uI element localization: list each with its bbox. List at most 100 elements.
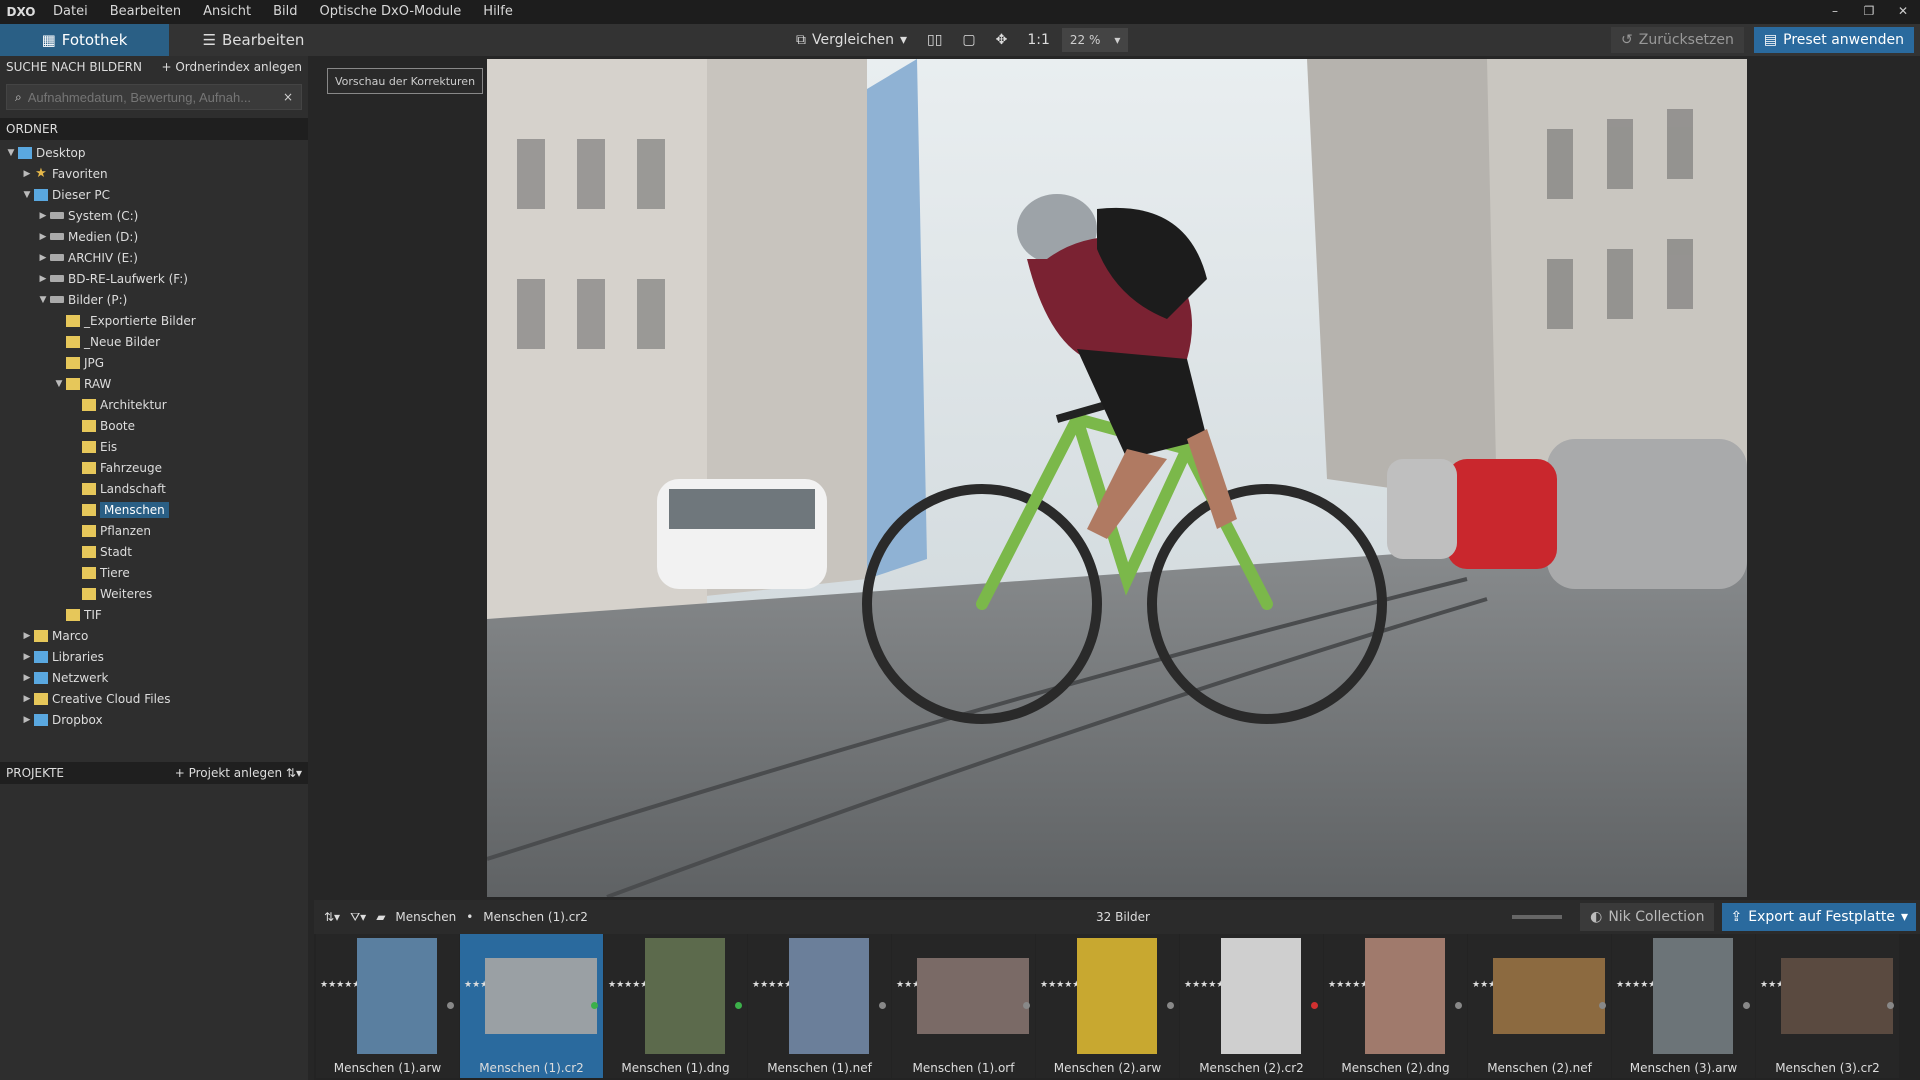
rating-stars-icon[interactable]: ★★★★★ <box>896 980 936 990</box>
rating-stars-icon[interactable]: ★★★★★ <box>1040 980 1080 990</box>
thumbnail[interactable]: ★★★★★ Menschen (1).dng <box>604 934 747 1078</box>
crop-button[interactable]: ▢ <box>954 27 983 53</box>
restore-button[interactable]: ❐ <box>1852 0 1886 24</box>
folder-item[interactable]: Eis <box>0 436 308 457</box>
folder-item[interactable]: Boote <box>0 415 308 436</box>
color-label-dot[interactable] <box>1311 1002 1318 1009</box>
rating-stars-icon[interactable]: ★★★★★ <box>752 980 792 990</box>
expand-right-icon[interactable]: ▶ <box>36 232 50 242</box>
expand-down-icon[interactable]: ▼ <box>4 148 18 158</box>
expand-right-icon[interactable]: ▶ <box>36 211 50 221</box>
expand-right-icon[interactable]: ▶ <box>20 652 34 662</box>
color-label-dot[interactable] <box>879 1002 886 1009</box>
reset-button[interactable]: ↺ Zurücksetzen <box>1611 27 1744 53</box>
preview-corrections-button[interactable]: Vorschau der Korrekturen <box>327 68 483 94</box>
folder-item[interactable]: ▶ BD-RE-Laufwerk (F:) <box>0 268 308 289</box>
folder-item[interactable]: Architektur <box>0 394 308 415</box>
expand-right-icon[interactable]: ▶ <box>36 274 50 284</box>
rating-stars-icon[interactable]: ★★★★★ <box>1184 980 1224 990</box>
export-button[interactable]: ⇪ Export auf Festplatte ▾ <box>1722 903 1916 931</box>
rating-stars-icon[interactable]: ★★★★★ <box>1472 980 1512 990</box>
folder-item[interactable]: Fahrzeuge <box>0 457 308 478</box>
expand-down-icon[interactable]: ▼ <box>52 379 66 389</box>
thumbnail[interactable]: ★★★★★ Menschen (1).cr2 <box>460 934 603 1078</box>
thumbnail[interactable]: ★★★★★ Menschen (2).cr2 <box>1180 934 1323 1078</box>
menu-ansicht[interactable]: Ansicht <box>192 0 262 24</box>
export-chevron-icon[interactable]: ▾ <box>1901 909 1908 925</box>
menu-bearbeiten[interactable]: Bearbeiten <box>99 0 192 24</box>
expand-right-icon[interactable]: ▶ <box>36 253 50 263</box>
color-label-dot[interactable] <box>1743 1002 1750 1009</box>
folder-item[interactable]: Menschen <box>0 499 308 520</box>
folder-item[interactable]: ▼ Bilder (P:) <box>0 289 308 310</box>
expand-right-icon[interactable]: ▶ <box>20 694 34 704</box>
expand-down-icon[interactable]: ▼ <box>20 190 34 200</box>
rating-stars-icon[interactable]: ★★★★★ <box>1328 980 1368 990</box>
folder-item[interactable]: Tiere <box>0 562 308 583</box>
rating-stars-icon[interactable]: ★★★★★ <box>1760 980 1800 990</box>
rating-stars-icon[interactable]: ★★★★★ <box>1616 980 1656 990</box>
sort-icon[interactable]: ⇅▾ <box>286 766 302 780</box>
folder-item[interactable]: ▶ ★ Favoriten <box>0 163 308 184</box>
folder-item[interactable]: Landschaft <box>0 478 308 499</box>
thumbnail[interactable]: ★★★★★ Menschen (2).arw <box>1036 934 1179 1078</box>
folder-item[interactable]: ▼ Dieser PC <box>0 184 308 205</box>
clear-icon[interactable]: × <box>283 90 293 104</box>
thumbnail[interactable]: ★★★★★ Menschen (1).nef <box>748 934 891 1078</box>
close-button[interactable]: ✕ <box>1886 0 1920 24</box>
folder-item[interactable]: Pflanzen <box>0 520 308 541</box>
filter-icon[interactable]: ⛛▾ <box>350 910 366 925</box>
color-label-dot[interactable] <box>1023 1002 1030 1009</box>
folder-item[interactable]: ▶ Creative Cloud Files <box>0 688 308 709</box>
breadcrumb-folder[interactable]: Menschen <box>395 910 456 924</box>
chevron-down-icon[interactable]: ▾ <box>900 32 907 48</box>
rating-stars-icon[interactable]: ★★★★★ <box>320 980 360 990</box>
color-label-dot[interactable] <box>1887 1002 1894 1009</box>
folder-item[interactable]: ▼ RAW <box>0 373 308 394</box>
thumbnail[interactable]: ★★★★★ Menschen (3).arw <box>1612 934 1755 1078</box>
minimize-button[interactable]: – <box>1818 0 1852 24</box>
folder-item[interactable]: ▶ Libraries <box>0 646 308 667</box>
add-project-button[interactable]: + Projekt anlegen <box>175 766 282 780</box>
thumbnail[interactable]: ★★★★★ Menschen (1).orf <box>892 934 1035 1078</box>
color-label-dot[interactable] <box>447 1002 454 1009</box>
thumbnail[interactable]: ★★★★★ Menschen (1).arw <box>316 934 459 1078</box>
expand-down-icon[interactable]: ▼ <box>36 295 50 305</box>
expand-right-icon[interactable]: ▶ <box>20 673 34 683</box>
color-label-dot[interactable] <box>1599 1002 1606 1009</box>
zoom-select[interactable]: 22 % ▾ <box>1061 28 1129 52</box>
folder-item[interactable]: Stadt <box>0 541 308 562</box>
menu-hilfe[interactable]: Hilfe <box>472 0 524 24</box>
add-index-button[interactable]: + Ordnerindex anlegen <box>161 60 302 74</box>
menu-bild[interactable]: Bild <box>262 0 308 24</box>
apply-preset-button[interactable]: ▤ Preset anwenden <box>1753 27 1914 53</box>
one-to-one-button[interactable]: 1:1 <box>1019 27 1058 53</box>
expand-right-icon[interactable]: ▶ <box>20 715 34 725</box>
thumbnail[interactable]: ★★★★★ Menschen (2).nef <box>1468 934 1611 1078</box>
folder-item[interactable]: ▼ Desktop <box>0 142 308 163</box>
rating-stars-icon[interactable]: ★★★★★ <box>608 980 648 990</box>
tab-fotothek[interactable]: ▦ Fotothek <box>0 24 169 56</box>
sort-icon[interactable]: ⇅▾ <box>324 910 340 924</box>
folder-item[interactable]: Weiteres <box>0 583 308 604</box>
main-photo[interactable] <box>487 59 1747 897</box>
folder-item[interactable]: _Neue Bilder <box>0 331 308 352</box>
folder-item[interactable]: ▶ Marco <box>0 625 308 646</box>
expand-right-icon[interactable]: ▶ <box>20 169 34 179</box>
folder-item[interactable]: ▶ Netzwerk <box>0 667 308 688</box>
folder-item[interactable]: JPG <box>0 352 308 373</box>
folder-item[interactable]: ▶ ARCHIV (E:) <box>0 247 308 268</box>
split-view-button[interactable]: ▯▯ <box>919 27 950 53</box>
folder-item[interactable]: ▶ System (C:) <box>0 205 308 226</box>
thumbnail-size-slider[interactable] <box>1512 915 1563 919</box>
thumbnail[interactable]: ★★★★★ Menschen (2).dng <box>1324 934 1467 1078</box>
search-input[interactable] <box>27 89 277 105</box>
move-button[interactable]: ✥ <box>988 27 1016 53</box>
folder-item[interactable]: ▶ Dropbox <box>0 709 308 730</box>
menu-datei[interactable]: Datei <box>42 0 99 24</box>
menu-optische-module[interactable]: Optische DxO-Module <box>309 0 473 24</box>
color-label-dot[interactable] <box>1455 1002 1462 1009</box>
rating-stars-icon[interactable]: ★★★★★ <box>464 980 504 990</box>
tab-bearbeiten[interactable]: ☰ Bearbeiten <box>169 24 338 56</box>
folder-item[interactable]: ▶ Medien (D:) <box>0 226 308 247</box>
